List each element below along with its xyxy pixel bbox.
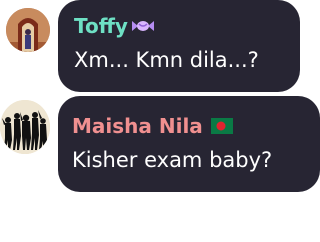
- chat-thread: Toffy Xm... Kmn dila...? Maisha Nila Kis…: [0, 0, 320, 242]
- candy-icon: [131, 21, 154, 31]
- group-silhouette-icon: [0, 100, 50, 154]
- message-bubble[interactable]: Toffy Xm... Kmn dila...?: [58, 0, 300, 92]
- avatar[interactable]: [0, 100, 50, 154]
- message-text: Kisher exam baby?: [72, 148, 273, 172]
- message-bubble[interactable]: Maisha Nila Kisher exam baby?: [58, 96, 320, 192]
- avatar[interactable]: [6, 8, 50, 52]
- avatar-photo-icon: [6, 8, 50, 52]
- sender-name[interactable]: Maisha Nila: [72, 114, 304, 138]
- sender-name[interactable]: Toffy: [74, 14, 284, 38]
- bangladesh-flag-icon: [210, 118, 233, 134]
- message-text: Xm... Kmn dila...?: [74, 48, 259, 72]
